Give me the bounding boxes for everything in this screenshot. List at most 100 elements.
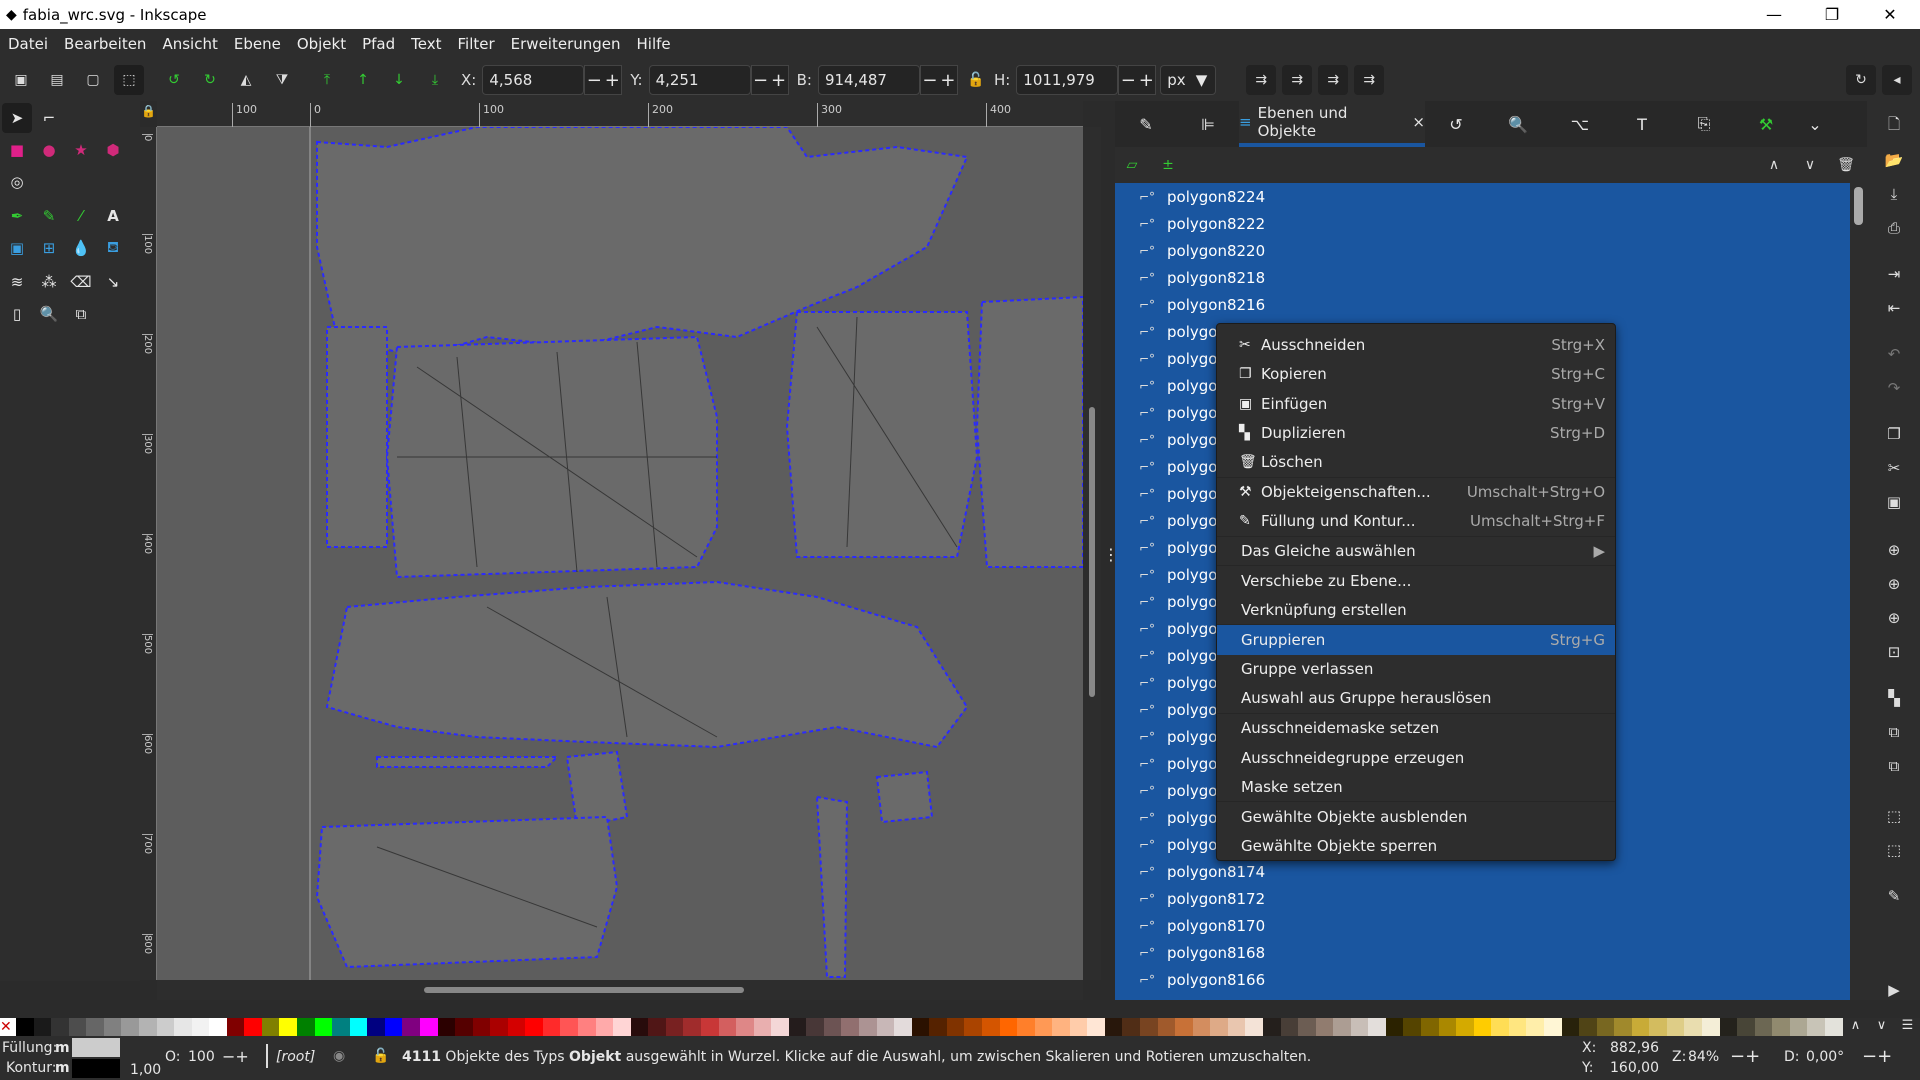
- list-item[interactable]: ⌐° polygon8168: [1115, 939, 1850, 966]
- menu-item-objekteigenschaften[interactable]: ⚒ Objekteigenschaften... Umschalt+Strg+O: [1217, 478, 1615, 508]
- text-tool-icon[interactable]: A: [98, 201, 128, 231]
- color-swatch[interactable]: [1789, 1018, 1808, 1036]
- menu-item-duplizieren[interactable]: ▚ Duplizieren Strg+D: [1217, 419, 1615, 449]
- tab-undo-history[interactable]: ↺: [1425, 101, 1487, 147]
- color-swatch[interactable]: [279, 1018, 297, 1036]
- move-down-icon[interactable]: ∨: [1795, 150, 1825, 180]
- close-button[interactable]: ✕: [1861, 0, 1919, 29]
- menu-item-ausschneidegruppe-erzeugen[interactable]: Ausschneidegruppe erzeugen: [1217, 743, 1615, 773]
- x-stepper[interactable]: − +: [584, 65, 623, 95]
- color-swatch[interactable]: [1227, 1018, 1246, 1036]
- menu-hilfe[interactable]: Hilfe: [629, 35, 679, 53]
- height-input[interactable]: 1011,979: [1016, 65, 1119, 95]
- dropper-tool-icon[interactable]: 💧: [66, 233, 96, 263]
- palette-scroll-down-icon[interactable]: ∨: [1869, 1018, 1895, 1036]
- star-tool-icon[interactable]: ★: [66, 135, 96, 165]
- eraser-tool-icon[interactable]: ⌫: [66, 267, 96, 297]
- color-swatch[interactable]: [174, 1018, 192, 1036]
- color-swatch[interactable]: [1684, 1018, 1702, 1036]
- menu-item-ausschneidemaske-setzen[interactable]: Ausschneidemaske setzen: [1217, 714, 1615, 744]
- node-tool-icon[interactable]: ⌐: [34, 103, 64, 133]
- color-swatch[interactable]: [999, 1018, 1018, 1036]
- touch-select-icon[interactable]: ⬚: [114, 65, 144, 95]
- color-swatch[interactable]: [419, 1018, 438, 1036]
- color-swatch[interactable]: [314, 1018, 333, 1036]
- color-swatch[interactable]: [1087, 1018, 1105, 1036]
- color-swatch[interactable]: [1596, 1018, 1615, 1036]
- color-swatch[interactable]: [876, 1018, 895, 1036]
- add-sublayer-icon[interactable]: ±: [1153, 150, 1183, 180]
- color-swatch[interactable]: [1561, 1018, 1580, 1036]
- color-swatch[interactable]: [613, 1018, 631, 1036]
- menu-objekt[interactable]: Objekt: [289, 35, 354, 53]
- color-swatch[interactable]: [437, 1018, 456, 1036]
- color-swatch[interactable]: [1192, 1018, 1211, 1036]
- y-input[interactable]: 4,251: [648, 65, 751, 95]
- color-swatch[interactable]: [578, 1018, 596, 1036]
- calligraphy-tool-icon[interactable]: ⁄: [66, 201, 96, 231]
- select-all-layers-icon[interactable]: ▤: [42, 65, 72, 95]
- color-swatch[interactable]: [1508, 1018, 1527, 1036]
- color-swatch[interactable]: [894, 1018, 912, 1036]
- color-swatch[interactable]: [138, 1018, 157, 1036]
- scale-corners-icon[interactable]: ⇉: [1282, 65, 1313, 95]
- list-item[interactable]: ⌐° polygon8174: [1115, 858, 1850, 885]
- color-swatch[interactable]: [1157, 1018, 1176, 1036]
- color-swatch[interactable]: [1824, 1018, 1843, 1036]
- width-stepper[interactable]: − +: [919, 65, 958, 95]
- color-swatch[interactable]: [1140, 1018, 1158, 1036]
- color-swatch[interactable]: [1262, 1018, 1281, 1036]
- menu-item-auswahl-aus-gruppe-herauslösen[interactable]: Auswahl aus Gruppe herauslösen: [1217, 684, 1615, 714]
- color-swatch[interactable]: [68, 1018, 87, 1036]
- panel-resize-handle[interactable]: ⋮: [1103, 545, 1119, 564]
- color-swatch[interactable]: [946, 1018, 965, 1036]
- tab-xml-editor[interactable]: ⌥: [1549, 101, 1611, 147]
- save-icon[interactable]: ⤓: [1881, 181, 1907, 207]
- list-item[interactable]: ⌐° polygon8216: [1115, 291, 1850, 318]
- color-swatch[interactable]: [1807, 1018, 1825, 1036]
- delete-icon[interactable]: 🗑: [1831, 150, 1861, 180]
- lock-ratio-icon[interactable]: 🔓: [961, 65, 991, 95]
- menu-text[interactable]: Text: [403, 35, 449, 53]
- color-swatch[interactable]: [1333, 1018, 1351, 1036]
- spray-tool-icon[interactable]: ⁂: [34, 267, 64, 297]
- color-swatch[interactable]: [1614, 1018, 1632, 1036]
- print-icon[interactable]: ⎙: [1881, 215, 1907, 241]
- color-swatch[interactable]: [630, 1018, 649, 1036]
- color-swatch[interactable]: [1631, 1018, 1650, 1036]
- rotate-cw-icon[interactable]: ↻: [195, 65, 225, 95]
- import-icon[interactable]: ⇥: [1881, 261, 1907, 287]
- color-swatch[interactable]: [911, 1018, 930, 1036]
- tab-find[interactable]: 🔍: [1487, 101, 1549, 147]
- layer-lock-icon[interactable]: 🔓: [372, 1048, 389, 1064]
- color-swatch[interactable]: [1104, 1018, 1123, 1036]
- color-swatch[interactable]: [51, 1018, 69, 1036]
- redo-icon[interactable]: ↷: [1881, 375, 1907, 401]
- rotation-stepper[interactable]: −+: [1862, 1046, 1892, 1067]
- zoom-page-icon[interactable]: ⊕: [1881, 605, 1907, 631]
- transform-gradients-icon[interactable]: ⇉: [1318, 65, 1349, 95]
- color-swatch[interactable]: [929, 1018, 947, 1036]
- tab-layers-objects[interactable]: ≡ Ebenen und Objekte ×: [1239, 101, 1425, 147]
- fill-stroke-icon[interactable]: ✎: [1881, 883, 1907, 909]
- paste-icon[interactable]: ▣: [1881, 489, 1907, 515]
- color-swatch[interactable]: [1210, 1018, 1228, 1036]
- hscroll-thumb[interactable]: [424, 987, 744, 993]
- measure-tool-icon[interactable]: ⧉: [66, 299, 96, 329]
- color-swatch[interactable]: [1403, 1018, 1421, 1036]
- color-swatch[interactable]: [1069, 1018, 1088, 1036]
- palette-scroll-up-icon[interactable]: ∧: [1843, 1018, 1869, 1036]
- color-swatch[interactable]: [332, 1018, 350, 1036]
- tab-export[interactable]: ⎘: [1673, 101, 1735, 147]
- tab-object-properties[interactable]: ⚒: [1735, 101, 1797, 147]
- zoom-center-icon[interactable]: ⊡: [1881, 639, 1907, 665]
- tab-align[interactable]: ⊫: [1177, 101, 1239, 147]
- menu-item-verschiebe-zu-ebene[interactable]: Verschiebe zu Ebene...: [1217, 566, 1615, 596]
- tweak-tool-icon[interactable]: ≋: [2, 267, 32, 297]
- zoom-input[interactable]: 84%: [1688, 1049, 1719, 1065]
- color-swatch[interactable]: [964, 1018, 982, 1036]
- color-swatch[interactable]: [665, 1018, 684, 1036]
- cut-icon[interactable]: ✂: [1881, 455, 1907, 481]
- mesh-tool-icon[interactable]: ⊞: [34, 233, 64, 263]
- layer-visibility-icon[interactable]: ◉: [333, 1048, 345, 1064]
